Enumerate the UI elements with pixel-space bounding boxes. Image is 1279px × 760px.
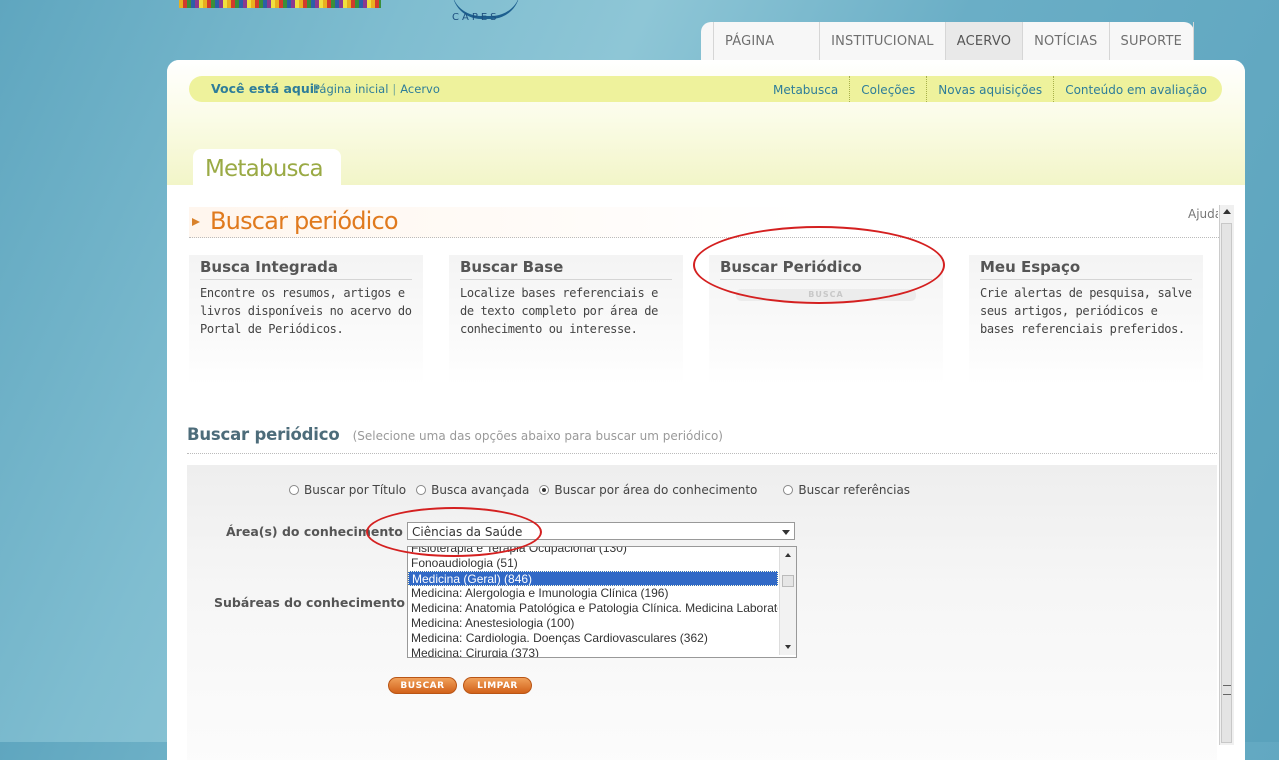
radio-circle-icon (289, 485, 299, 495)
link-colecoes[interactable]: Coleções (849, 76, 926, 102)
radio-label: Buscar referências (798, 483, 911, 497)
main-nav: PÁGINA INICIAL INSTITUCIONAL ACERVO NOTÍ… (701, 22, 1194, 89)
breadcrumb-separator: | (392, 82, 397, 96)
card-title: Buscar Periódico (720, 255, 932, 280)
radio-circle-icon (416, 485, 427, 495)
radio-busca-avancada[interactable]: Busca avançada (416, 483, 529, 497)
form-hint: (Selecione uma das opções abaixo para bu… (352, 429, 723, 443)
list-item[interactable]: Fonoaudiologia (51) (408, 556, 778, 571)
card-buscar-base[interactable]: Buscar Base Localize bases referenciais … (449, 255, 683, 385)
scroll-thumb[interactable] (782, 575, 794, 587)
partner-color-strip (179, 0, 381, 8)
search-form: Buscar por Título Busca avançada Buscar … (187, 465, 1217, 760)
breadcrumb-home-link[interactable]: Página inicial (313, 82, 388, 96)
breadcrumb: Você está aqui: Página inicial | Acervo Me… (189, 76, 1222, 102)
listbox-scrollbar[interactable] (779, 547, 796, 655)
logo-text: CAPES (452, 12, 500, 23)
card-description: Crie alertas de pesquisa, salve seus art… (980, 286, 1192, 336)
page-container: Você está aqui: Página inicial | Acervo Me… (167, 60, 1245, 760)
link-metabusca[interactable]: Metabusca (762, 76, 849, 102)
breadcrumb-acervo-link[interactable]: Acervo (400, 82, 440, 96)
card-buscar-periodico[interactable]: Buscar Periódico BUSCA (709, 255, 943, 385)
area-label: Área(s) do conhecimento (226, 524, 403, 539)
scroll-up-icon[interactable] (785, 553, 791, 557)
breadcrumb-label: Você está aqui: (211, 81, 320, 96)
subarea-options: Fisioterapia e Terapia Ocupacional (130)… (408, 547, 778, 657)
page-title: Buscar periódico (189, 207, 1219, 238)
radio-label: Buscar por Título (304, 483, 407, 497)
buscar-button[interactable]: BUSCAR (388, 677, 457, 694)
page-scrollbar[interactable] (1219, 205, 1234, 745)
search-mode-radios: Buscar por Título Busca avançada Buscar … (289, 483, 920, 497)
breadcrumb-trail: Página inicial | Acervo (313, 82, 440, 96)
list-item[interactable]: Medicina: Cirurgia (373) (408, 646, 778, 657)
list-item[interactable]: Fisioterapia e Terapia Ocupacional (130) (408, 547, 778, 556)
limpar-button[interactable]: LIMPAR (463, 677, 532, 694)
list-item[interactable]: Medicina: Alergologia e Imunologia Clíni… (408, 586, 778, 601)
card-title: Buscar Base (460, 255, 672, 280)
list-item[interactable]: Medicina: Cardiologia. Doenças Cardiovas… (408, 631, 778, 646)
tab-metabusca[interactable]: Metabusca (193, 149, 341, 185)
scroll-grip-icon (1223, 685, 1231, 695)
help-link[interactable]: Ajuda (1188, 207, 1218, 221)
scroll-thumb[interactable] (1221, 223, 1232, 743)
section-links: Metabusca Coleções Novas aquisições Cont… (762, 76, 1218, 102)
card-title: Busca Integrada (200, 255, 412, 280)
nav-tab-institucional[interactable]: INSTITUCIONAL (820, 22, 946, 60)
link-novas-aquisicoes[interactable]: Novas aquisições (926, 76, 1053, 102)
list-item[interactable]: Medicina: Anestesiologia (100) (408, 616, 778, 631)
radio-label: Busca avançada (431, 483, 530, 497)
feature-cards: Busca Integrada Encontre os resumos, art… (189, 255, 1209, 385)
radio-buscar-referencias[interactable]: Buscar referências (783, 483, 910, 497)
link-conteudo-avaliacao[interactable]: Conteúdo em avaliação (1053, 76, 1218, 102)
subarea-listbox[interactable]: Fisioterapia e Terapia Ocupacional (130)… (407, 546, 797, 658)
form-heading: Buscar periódico (Selecione uma das opçõ… (187, 425, 1217, 454)
nav-tab-suporte[interactable]: SUPORTE (1110, 22, 1194, 60)
form-title: Buscar periódico (187, 425, 340, 444)
radio-circle-icon (783, 485, 794, 495)
nav-tab-acervo[interactable]: ACERVO (945, 22, 1024, 60)
card-description: Encontre os resumos, artigos e livros di… (200, 286, 412, 336)
card-busca-button[interactable]: BUSCA (736, 289, 916, 301)
capes-logo[interactable]: CAPES (452, 0, 522, 24)
list-item[interactable]: Medicina: Anatomia Patológica e Patologi… (408, 601, 778, 616)
nav-tab-pagina-inicial[interactable]: PÁGINA INICIAL (713, 22, 821, 89)
nav-tab-noticias[interactable]: NOTÍCIAS (1023, 22, 1110, 60)
card-meu-espaco[interactable]: Meu Espaço Crie alertas de pesquisa, sal… (969, 255, 1203, 385)
card-busca-integrada[interactable]: Busca Integrada Encontre os resumos, art… (189, 255, 423, 385)
list-item-selected[interactable]: Medicina (Geral) (846) (408, 571, 778, 586)
card-description: Localize bases referenciais e de texto c… (460, 286, 658, 336)
radio-checked-icon (539, 485, 550, 495)
page-title-text: Buscar periódico (210, 207, 399, 235)
subarea-label: Subáreas do conhecimento (214, 595, 405, 610)
radio-buscar-titulo[interactable]: Buscar por Título (289, 483, 406, 497)
scroll-down-icon[interactable] (785, 645, 791, 649)
radio-buscar-area[interactable]: Buscar por área do conhecimento (539, 483, 757, 497)
chevron-down-icon (782, 530, 790, 535)
card-title: Meu Espaço (980, 255, 1192, 280)
area-select[interactable]: Ciências da Saúde (407, 522, 795, 540)
scroll-up-icon[interactable] (1223, 209, 1231, 214)
area-select-value: Ciências da Saúde (412, 525, 523, 539)
bullet-arrow-icon (192, 218, 200, 226)
radio-label: Buscar por área do conhecimento (554, 483, 758, 497)
